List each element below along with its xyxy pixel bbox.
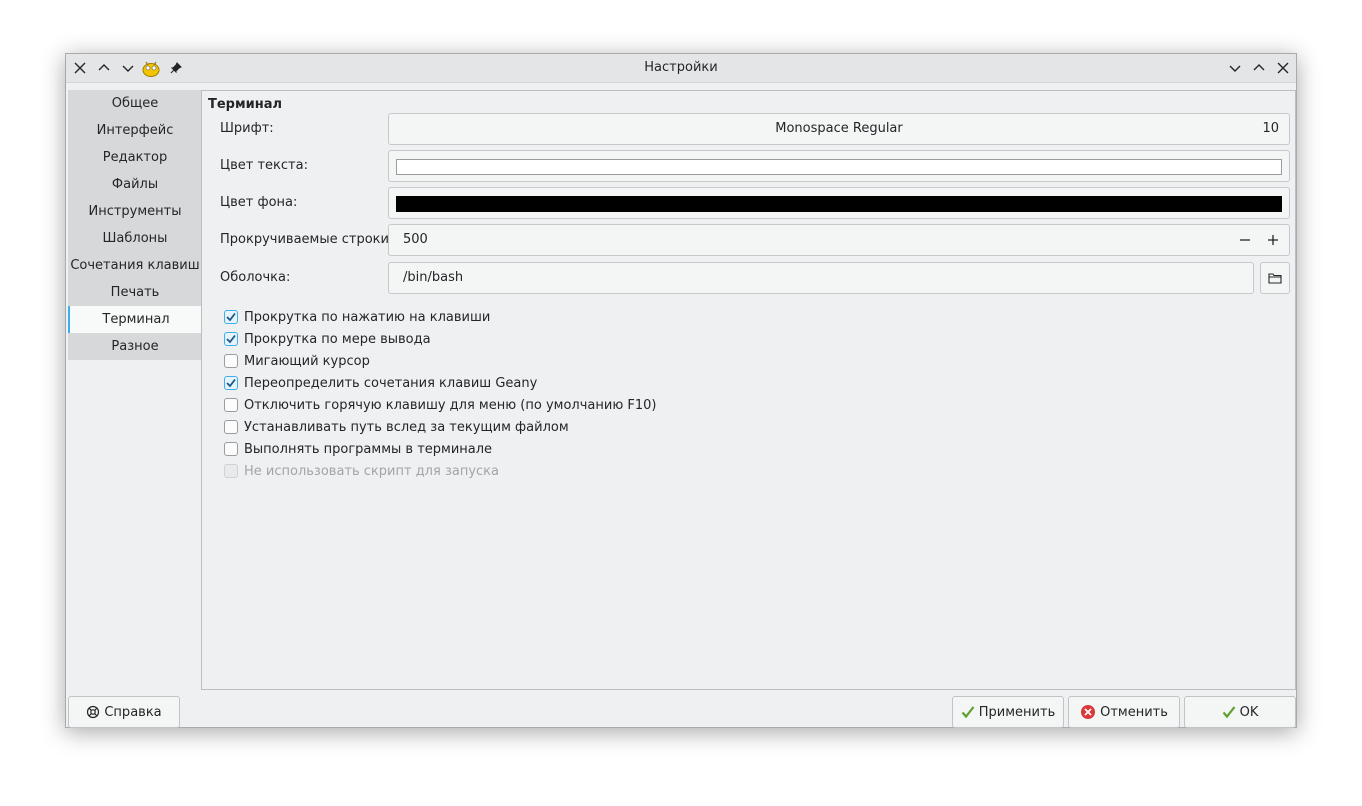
checkbox-label: Устанавливать путь вслед за текущим файл… xyxy=(244,419,569,435)
checkbox-label: Отключить горячую клавишу для меню (по у… xyxy=(244,397,657,413)
font-name: Monospace Regular xyxy=(775,121,903,136)
plus-icon xyxy=(1268,235,1278,245)
title-bar: Настройки xyxy=(66,54,1296,83)
checkbox-follow-path[interactable]: Устанавливать путь вслед за текущим файл… xyxy=(224,417,569,437)
preferences-sidebar: Общее Интерфейс Редактор Файлы Инструмен… xyxy=(68,90,202,689)
checkbox-label: Прокрутка по мере вывода xyxy=(244,331,431,347)
terminal-settings-panel: Терминал Шрифт: Monospace Regular 10 Цве… xyxy=(201,90,1296,690)
tab-tools[interactable]: Инструменты xyxy=(68,198,202,225)
checkbox-scroll-on-key[interactable]: Прокрутка по нажатию на клавиши xyxy=(224,307,490,327)
checkbox-cursor-blinks[interactable]: Мигающий курсор xyxy=(224,351,370,371)
checkbox-label: Выполнять программы в терминале xyxy=(244,441,493,457)
apply-label: Применить xyxy=(978,704,1056,720)
window-title: Настройки xyxy=(644,60,718,75)
decrement-button[interactable] xyxy=(1235,230,1255,250)
bg-color-label: Цвет фона: xyxy=(220,195,298,210)
checkbox-checked[interactable] xyxy=(224,332,238,346)
ok-button[interactable]: OK xyxy=(1184,696,1296,728)
check-icon xyxy=(226,378,236,388)
tab-editor[interactable]: Редактор xyxy=(68,144,202,171)
shell-input[interactable]: /bin/bash xyxy=(388,262,1254,294)
checkbox-disabled xyxy=(224,464,238,478)
check-icon xyxy=(961,706,975,719)
browse-shell-button[interactable] xyxy=(1260,262,1290,294)
checkbox-unchecked[interactable] xyxy=(224,442,238,456)
checkbox-scroll-on-output[interactable]: Прокрутка по мере вывода xyxy=(224,329,431,349)
tab-general[interactable]: Общее xyxy=(68,90,202,117)
check-icon xyxy=(226,334,236,344)
bg-color-swatch xyxy=(396,196,1282,212)
shell-label: Оболочка: xyxy=(220,270,291,285)
text-color-label: Цвет текста: xyxy=(220,158,308,173)
minimize-button[interactable] xyxy=(1225,58,1245,78)
close-button[interactable] xyxy=(1273,58,1293,78)
cancel-button[interactable]: Отменить xyxy=(1068,696,1180,728)
chevron-up-icon xyxy=(1253,64,1265,71)
cancel-icon xyxy=(1081,705,1096,719)
section-title: Терминал xyxy=(208,97,283,112)
tab-terminal[interactable]: Терминал xyxy=(68,306,202,333)
font-size: 10 xyxy=(1262,121,1279,136)
checkbox-unchecked[interactable] xyxy=(224,398,238,412)
checkbox-checked[interactable] xyxy=(224,376,238,390)
checkbox-run-in-vte[interactable]: Выполнять программы в терминале xyxy=(224,439,492,459)
help-button[interactable]: Справка xyxy=(68,696,180,728)
increment-button[interactable] xyxy=(1263,230,1283,250)
bg-color-button[interactable] xyxy=(388,187,1290,219)
font-label: Шрифт: xyxy=(220,121,274,136)
ok-label: OK xyxy=(1239,704,1259,720)
checkbox-unchecked[interactable] xyxy=(224,354,238,368)
scrollback-value: 500 xyxy=(403,232,428,247)
help-icon xyxy=(87,705,100,719)
checkbox-skip-run-script: Не использовать скрипт для запуска xyxy=(224,461,499,481)
preferences-window: Настройки Общее Интерфейс Редактор Файлы… xyxy=(65,53,1297,728)
tab-interface[interactable]: Интерфейс xyxy=(68,117,202,144)
shell-value: /bin/bash xyxy=(403,270,464,285)
checkbox-label: Переопределить сочетания клавиш Geany xyxy=(244,375,538,391)
check-icon xyxy=(226,312,236,322)
folder-icon xyxy=(1268,273,1282,284)
tab-files[interactable]: Файлы xyxy=(68,171,202,198)
checkbox-label: Мигающий курсор xyxy=(244,353,370,369)
apply-button[interactable]: Применить xyxy=(952,696,1064,728)
checkbox-unchecked[interactable] xyxy=(224,420,238,434)
minus-icon xyxy=(1240,239,1250,241)
tab-keybindings[interactable]: Сочетания клавиш xyxy=(68,252,202,279)
tab-printing[interactable]: Печать xyxy=(68,279,202,306)
maximize-button[interactable] xyxy=(1249,58,1269,78)
text-color-swatch xyxy=(396,159,1282,175)
text-color-button[interactable] xyxy=(388,150,1290,182)
tab-templates[interactable]: Шаблоны xyxy=(68,225,202,252)
scrollback-label: Прокручиваемые строки: xyxy=(220,232,394,247)
help-label: Справка xyxy=(104,704,162,720)
tab-various[interactable]: Разное xyxy=(68,333,202,360)
scrollback-spinbox[interactable]: 500 xyxy=(388,224,1290,256)
check-icon xyxy=(1222,706,1235,719)
cancel-label: Отменить xyxy=(1100,704,1168,720)
font-chooser-button[interactable]: Monospace Regular 10 xyxy=(388,113,1290,145)
checkbox-override-shortcuts[interactable]: Переопределить сочетания клавиш Geany xyxy=(224,373,537,393)
chevron-down-icon xyxy=(1229,65,1241,72)
close-icon xyxy=(1277,62,1289,74)
checkbox-disable-menu-key[interactable]: Отключить горячую клавишу для меню (по у… xyxy=(224,395,656,415)
checkbox-label: Не использовать скрипт для запуска xyxy=(244,463,499,479)
checkbox-checked[interactable] xyxy=(224,310,238,324)
checkbox-label: Прокрутка по нажатию на клавиши xyxy=(244,309,491,325)
